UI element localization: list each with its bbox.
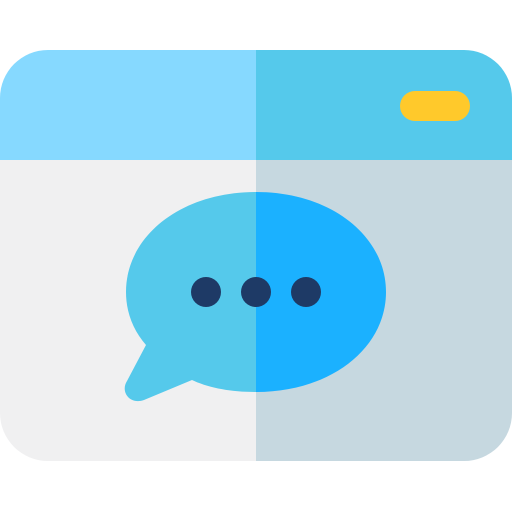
- titlebar-indicator-pill: [400, 91, 470, 121]
- browser-chat-icon: [0, 50, 512, 461]
- typing-dot: [241, 277, 271, 307]
- typing-dot: [191, 277, 221, 307]
- titlebar-right: [256, 50, 512, 160]
- typing-dot: [291, 277, 321, 307]
- typing-dots: [191, 277, 321, 307]
- titlebar-left: [0, 50, 256, 160]
- icon-canvas: [0, 0, 512, 512]
